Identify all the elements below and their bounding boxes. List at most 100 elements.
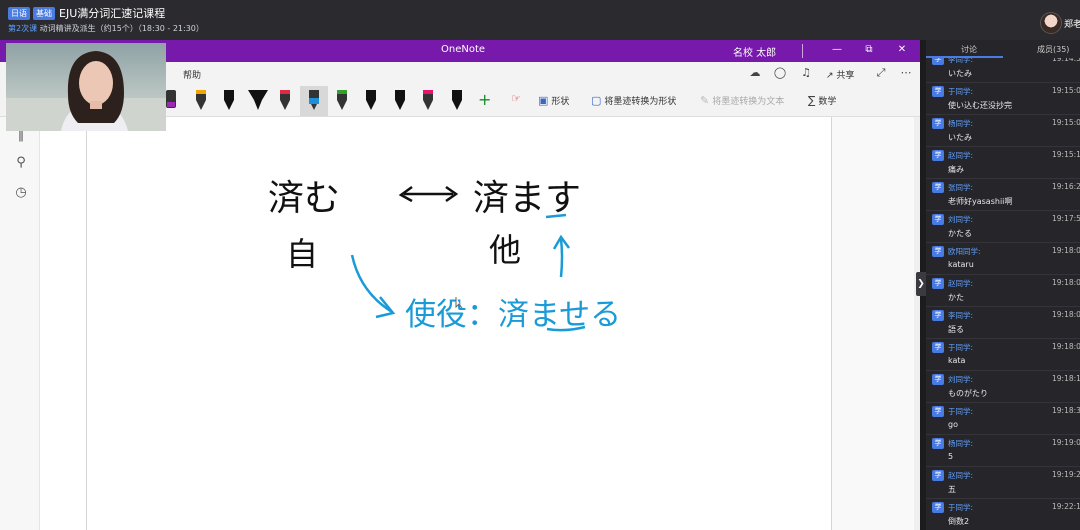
message-time: 19:17:58 <box>1052 214 1080 223</box>
chat-message: 学于同学: 19:18:37 go <box>926 403 1080 435</box>
message-sender: 于同学: <box>948 87 974 96</box>
message-sender: 李同学: <box>948 58 974 64</box>
curved-arrow <box>350 254 396 319</box>
ink-to-text-button[interactable]: ✎ 将墨迹转换为文本 <box>700 94 784 107</box>
message-time: 19:19:09 <box>1052 438 1080 447</box>
message-time: 19:19:27 <box>1052 470 1080 479</box>
minimize-icon[interactable]: — <box>830 43 844 57</box>
note-canvas[interactable]: ‖ ⚲ ◷ 済む 自 済ます 他 使役：済ませる <box>0 117 920 530</box>
session-number: 第2次课 <box>8 24 38 33</box>
student-badge: 学 <box>932 342 944 353</box>
teacher-camera[interactable] <box>6 43 166 131</box>
course-title: EJU满分词汇速记课程 <box>59 7 166 20</box>
chat-message: 学于同学: 19:22:12 倒数2 <box>926 499 1080 530</box>
pen-3[interactable] <box>224 90 234 110</box>
mouse-cursor <box>455 297 463 309</box>
pen-tray <box>166 90 462 110</box>
up-arrow <box>552 234 571 278</box>
student-badge: 学 <box>932 438 944 449</box>
tab-discussion[interactable]: 讨论 <box>961 44 977 55</box>
student-badge: 学 <box>932 150 944 161</box>
message-time: 19:14:59 <box>1052 58 1080 63</box>
math-button[interactable]: ∑ 数学 <box>808 94 836 107</box>
message-time: 19:15:04 <box>1052 86 1080 95</box>
message-text: 老师好yasashii啊 <box>948 197 1013 206</box>
pen-1-tip <box>167 102 175 107</box>
message-sender: 于同学: <box>948 407 974 416</box>
message-sender: 刘同学: <box>948 215 974 224</box>
lasso-select-icon[interactable]: ☞ <box>508 92 524 105</box>
chat-message-list[interactable]: 学李同学:19:14:59いたみ学于同学:19:15:04使い込む还没抄完学杨同… <box>926 58 1080 530</box>
message-text: かた <box>948 293 964 302</box>
underline-su <box>545 213 567 219</box>
chat-message: 学欧阳同学: 19:18:02 kataru <box>926 243 1080 275</box>
user-name[interactable]: 名校 太郎 <box>733 44 776 59</box>
pen-9[interactable] <box>395 90 405 110</box>
message-time: 19:18:03 <box>1052 278 1080 287</box>
teacher-avatar[interactable] <box>1040 12 1062 34</box>
message-sender: 欧阳同学: <box>948 247 981 256</box>
message-time: 19:18:17 <box>1052 374 1080 383</box>
tab-members[interactable]: 成员(35) <box>1037 44 1069 55</box>
ink-to-text-icon: ✎ <box>700 94 710 107</box>
panel-tabs: 讨论 成员(35) <box>926 40 1080 58</box>
page: 日语 基础 EJU满分词汇速记课程 第2次课 动词精讲及派生（约15个）（18:… <box>0 0 1080 530</box>
ink-strokes <box>350 185 586 332</box>
message-time: 19:16:25 <box>1052 182 1080 191</box>
pen-5-band <box>280 90 290 94</box>
share-button[interactable]: ↗ 共享 <box>826 68 854 81</box>
chat-message: 学于同学: 19:18:05 kata <box>926 339 1080 371</box>
message-text: いたみ <box>948 133 972 142</box>
close-icon[interactable]: ✕ <box>895 43 909 57</box>
course-header: 日语 基础 EJU满分词汇速记课程 第2次课 动词精讲及派生（约15个）（18:… <box>0 0 1080 40</box>
pen-2-band <box>196 90 206 94</box>
student-badge: 学 <box>932 118 944 129</box>
message-sender: 刘同学: <box>948 375 974 384</box>
math-icon: ∑ <box>808 94 816 107</box>
more-options-icon[interactable]: ⋯ <box>898 66 914 79</box>
chat-message: 学杨同学: 19:19:09 5 <box>926 435 1080 467</box>
restore-icon[interactable]: ⧉ <box>862 43 876 57</box>
pen-8[interactable] <box>366 90 376 110</box>
add-pen-icon[interactable]: + <box>478 90 491 109</box>
pen-11[interactable] <box>452 90 462 110</box>
chat-message: 学赵同学: 19:15:15 痛み <box>926 147 1080 179</box>
pen-10-band <box>423 90 433 94</box>
student-badge: 学 <box>932 310 944 321</box>
message-time: 19:18:05 <box>1052 342 1080 351</box>
message-sender: 杨同学: <box>948 439 974 448</box>
message-text: 倒数2 <box>948 517 970 526</box>
chat-message: 学刘同学: 19:18:17 ものがたり <box>926 371 1080 403</box>
camera-video <box>6 51 166 131</box>
message-text: 語る <box>948 325 964 334</box>
chat-message: 学李同学: 19:18:04 語る <box>926 307 1080 339</box>
language-tag: 日语 <box>8 7 30 20</box>
message-text: go <box>948 420 958 429</box>
shapes-button[interactable]: ▣ 形状 <box>538 94 569 107</box>
message-text: かたる <box>948 229 972 238</box>
sync-icon[interactable]: ☁ <box>747 66 763 79</box>
student-badge: 学 <box>932 406 944 417</box>
notification-bell-icon[interactable]: ♫ <box>798 66 814 79</box>
panel-collapse-button[interactable]: ❯ <box>916 272 926 296</box>
student-badge: 学 <box>932 214 944 225</box>
ink-to-shape-button[interactable]: ▢ 将墨迹转换为形状 <box>591 94 676 107</box>
session-description: 动词精讲及派生（约15个）（18:30 - 21:30） <box>39 24 204 33</box>
ink-to-shape-icon: ▢ <box>591 94 602 107</box>
student-badge: 学 <box>932 86 944 97</box>
chat-panel: 讨论 成员(35) 学李同学:19:14:59いたみ学于同学:19:15:04使… <box>926 40 1080 530</box>
message-text: 5 <box>948 452 954 461</box>
pen-4[interactable] <box>248 90 268 110</box>
student-badge: 学 <box>932 278 944 289</box>
chat-message: 学刘同学: 19:17:58 かたる <box>926 211 1080 243</box>
pen-7-band <box>337 90 347 94</box>
message-sender: 李同学: <box>948 311 974 320</box>
titlebar-divider <box>802 44 803 58</box>
expand-icon[interactable]: ⤢ <box>873 66 889 80</box>
message-sender: 赵同学: <box>948 471 974 480</box>
share-label: 共享 <box>836 71 855 81</box>
teacher-neck <box>90 101 102 109</box>
ink-to-shape-label: 将墨迹转换为形状 <box>604 97 677 107</box>
chat-message: 学于同学: 19:15:04 使い込む还没抄完 <box>926 83 1080 115</box>
lightbulb-icon[interactable]: ◯ <box>772 66 788 79</box>
